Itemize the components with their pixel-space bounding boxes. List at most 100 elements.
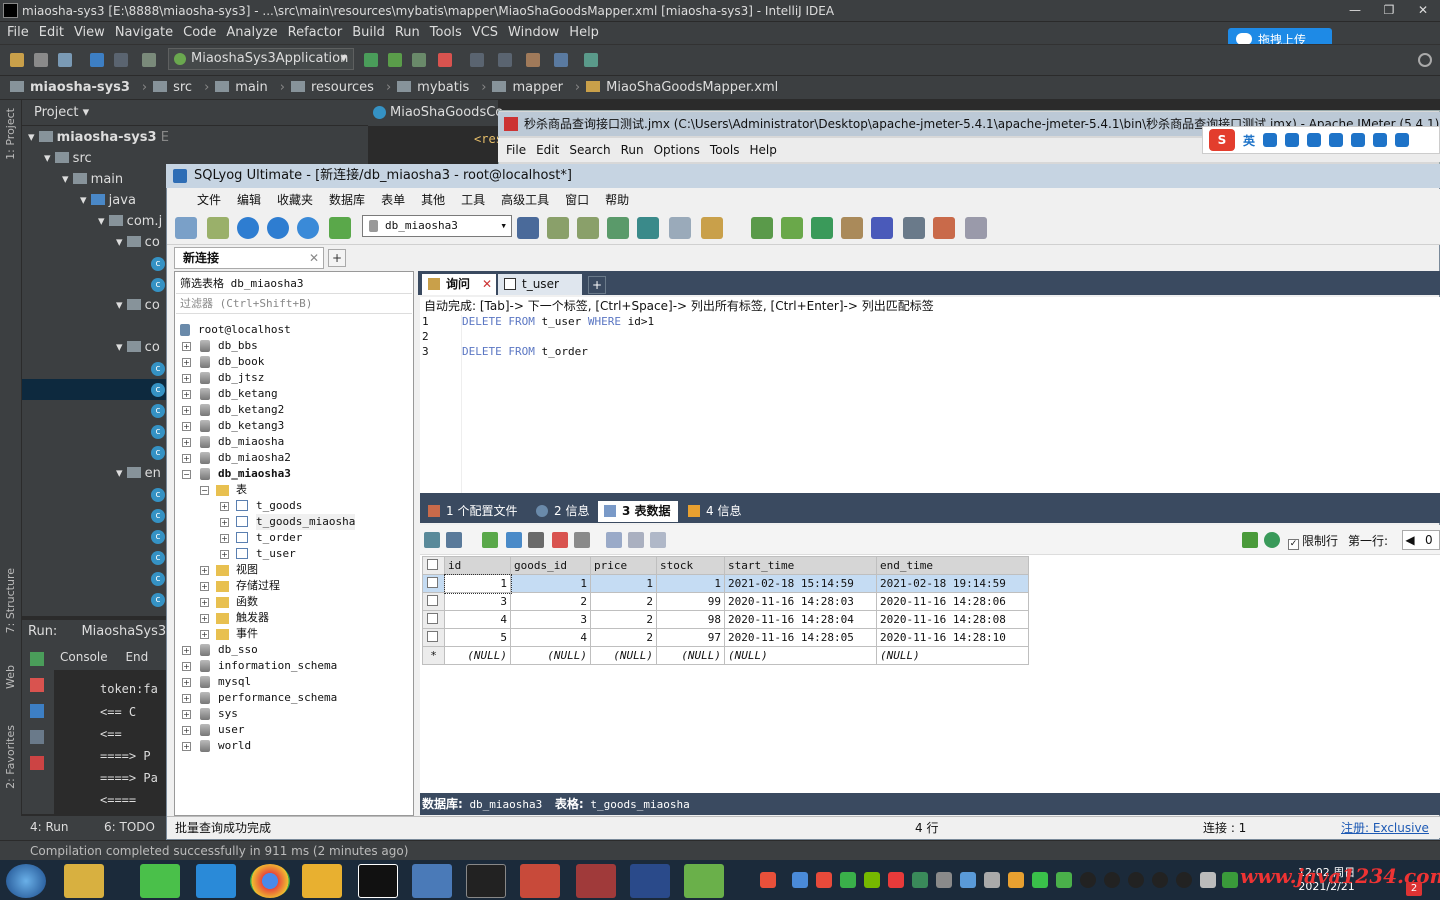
tree-item-selected[interactable]: [22, 379, 170, 400]
limit-rows-checkbox[interactable]: ✓ 限制行: [1288, 532, 1338, 550]
grid-cell-null[interactable]: (NULL): [724, 646, 877, 665]
grid-cell-null[interactable]: (NULL): [444, 646, 511, 665]
project-panel-header[interactable]: Project ▾: [22, 100, 368, 126]
grid-cell[interactable]: 1: [590, 574, 657, 593]
sq-menu-advanced[interactable]: 高级工具: [501, 189, 549, 211]
expand-icon[interactable]: +: [200, 598, 209, 607]
expand-icon[interactable]: +: [200, 582, 209, 591]
emoji-icon[interactable]: [1285, 133, 1300, 147]
close-icon[interactable]: ✕: [309, 248, 319, 268]
tree-item-co-2[interactable]: ▾ co: [116, 295, 160, 316]
expand-icon[interactable]: +: [182, 438, 191, 447]
grid-icon[interactable]: [1395, 133, 1410, 147]
grid-cell[interactable]: 4: [510, 628, 591, 647]
tree-folder[interactable]: 函数: [236, 594, 258, 610]
designer-icon[interactable]: [933, 217, 955, 239]
tab-info-4[interactable]: 4 信息: [682, 501, 746, 522]
device-tray-icon[interactable]: [936, 872, 952, 888]
usb-tray-icon[interactable]: [984, 872, 1000, 888]
refresh-icon[interactable]: [1264, 532, 1280, 548]
vscode-icon[interactable]: [630, 864, 670, 898]
menu-navigate[interactable]: Navigate: [112, 22, 180, 44]
column-header[interactable]: stock: [656, 556, 725, 575]
expand-icon[interactable]: +: [182, 390, 191, 399]
save-icon[interactable]: [34, 53, 48, 67]
tree-db[interactable]: db_miaosha2: [218, 450, 291, 466]
breadcrumb-project[interactable]: miaosha-sys3: [10, 80, 136, 95]
exit-icon[interactable]: [30, 756, 44, 770]
copy-db-icon[interactable]: [811, 217, 833, 239]
table-row[interactable]: 5 4 2 97 2020-11-16 14:28:05 2020-11-16 …: [422, 628, 1029, 647]
notification-badge[interactable]: 2: [1406, 882, 1422, 896]
ime-tray-icon[interactable]: [1222, 872, 1238, 888]
update-tray-icon[interactable]: [1008, 872, 1024, 888]
run-app-tab[interactable]: MiaoshaSys3: [81, 624, 166, 639]
expand-icon[interactable]: +: [182, 694, 191, 703]
menu-run[interactable]: Run: [392, 22, 427, 44]
row-checkbox[interactable]: [422, 628, 445, 647]
rerun-icon[interactable]: [364, 53, 378, 67]
settings-icon[interactable]: [498, 53, 512, 67]
tab-todo[interactable]: 6: TODO: [104, 820, 155, 834]
jm-menu-help[interactable]: Help: [749, 138, 776, 162]
column-header[interactable]: goods_id: [510, 556, 591, 575]
expand-icon[interactable]: +: [182, 422, 191, 431]
grid-cell[interactable]: 2021-02-18 15:14:59: [724, 574, 877, 593]
tree-db[interactable]: db_bbs: [218, 338, 258, 354]
grid-cell[interactable]: 2020-11-16 14:28:04: [724, 610, 877, 629]
grid-cell[interactable]: 2020-11-16 14:28:10: [876, 628, 1029, 647]
tab-profile[interactable]: 1 个配置文件: [422, 501, 522, 522]
sql-editor[interactable]: [420, 315, 1440, 493]
jm-menu-search[interactable]: Search: [569, 138, 610, 162]
column-header[interactable]: id: [444, 556, 511, 575]
tool-web[interactable]: Web: [4, 665, 17, 689]
grid-cell-null[interactable]: (NULL): [590, 646, 657, 665]
tree-table[interactable]: t_user: [256, 546, 296, 562]
tree-folder[interactable]: 事件: [236, 626, 258, 642]
collapse-icon[interactable]: −: [200, 486, 209, 495]
save-icon[interactable]: [528, 532, 544, 548]
connection-tab[interactable]: 新连接 ✕: [174, 247, 324, 269]
grid-cell[interactable]: 1: [510, 574, 591, 593]
user-icon[interactable]: [1351, 133, 1366, 147]
tool-structure[interactable]: 7: Structure: [4, 568, 17, 633]
expand-icon[interactable]: +: [200, 630, 209, 639]
dump-icon[interactable]: [30, 730, 44, 744]
security-tray-icon[interactable]: [912, 872, 928, 888]
tree-item-co-1[interactable]: ▾ co: [116, 232, 160, 253]
sdk-icon[interactable]: [526, 53, 540, 67]
file-explorer-icon[interactable]: [302, 864, 342, 898]
cancel-icon[interactable]: [574, 532, 590, 548]
terminal-icon[interactable]: [554, 53, 568, 67]
grid-cell[interactable]: 5: [444, 628, 511, 647]
qq-tray-icon[interactable]: [1152, 872, 1168, 888]
grid-cell[interactable]: 2020-11-16 14:28:03: [724, 592, 877, 611]
notepad-icon[interactable]: [684, 864, 724, 898]
tab-info-2[interactable]: 2 信息: [530, 501, 594, 522]
tree-folder[interactable]: 存储过程: [236, 578, 280, 594]
connect-icon[interactable]: [207, 217, 229, 239]
column-header[interactable]: price: [590, 556, 657, 575]
cube-tray-icon[interactable]: [792, 872, 808, 888]
ime-lang[interactable]: 英: [1243, 132, 1255, 149]
tool-favorites[interactable]: 2: Favorites: [4, 725, 17, 789]
table-row[interactable]: 1 1 1 1 2021-02-18 15:14:59 2021-02-18 1…: [422, 573, 1029, 594]
table-row[interactable]: 4 3 2 98 2020-11-16 14:28:04 2020-11-16 …: [422, 610, 1029, 629]
grid-cell[interactable]: 2: [590, 628, 657, 647]
maximize-icon[interactable]: ❐: [1372, 0, 1406, 20]
grid-cell[interactable]: 2020-11-16 14:28:05: [724, 628, 877, 647]
tree-db[interactable]: db_sso: [218, 642, 258, 658]
execute-all-icon[interactable]: [267, 217, 289, 239]
sq-menu-help[interactable]: 帮助: [605, 189, 629, 211]
tree-item-com[interactable]: ▾ com.j: [98, 211, 162, 232]
grid-cell[interactable]: 97: [656, 628, 725, 647]
grid-cell[interactable]: 2: [590, 610, 657, 629]
menu-build[interactable]: Build: [349, 22, 392, 44]
forward-icon[interactable]: [114, 53, 128, 67]
tree-db[interactable]: performance_schema: [218, 690, 337, 706]
table-data-icon[interactable]: [669, 217, 691, 239]
tree-db[interactable]: user: [218, 722, 245, 738]
grid-cell[interactable]: 1: [443, 573, 512, 594]
column-header[interactable]: end_time: [876, 556, 1029, 575]
nvidia-tray-icon[interactable]: [864, 872, 880, 888]
